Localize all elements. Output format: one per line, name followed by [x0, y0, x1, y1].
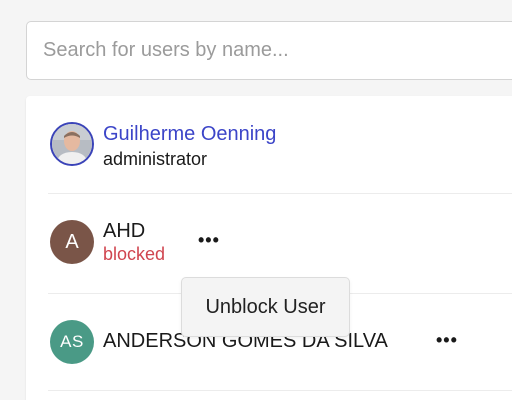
avatar-initials: A [65, 230, 79, 253]
user-row: Guilherme Oenning administrator [26, 96, 512, 193]
user-role: administrator [103, 149, 208, 169]
user-name-link[interactable]: Guilherme Oenning [103, 123, 276, 146]
avatar-initials: AS [60, 332, 84, 351]
user-status-blocked: blocked [103, 244, 166, 264]
avatar-photo-icon [52, 124, 92, 164]
ellipsis-icon: ••• [198, 230, 220, 250]
search-input[interactable] [27, 22, 512, 79]
user-list: Guilherme Oenning administrator A AHD bl… [26, 96, 512, 400]
ellipsis-icon: ••• [436, 330, 458, 350]
user-avatar [50, 122, 94, 166]
divider [48, 390, 512, 391]
users-admin-page: Guilherme Oenning administrator A AHD bl… [0, 0, 512, 400]
context-menu: Unblock User [181, 277, 350, 337]
user-name: AHD [103, 220, 146, 242]
unblock-user-menu-item[interactable]: Unblock User [205, 296, 325, 319]
more-actions-button[interactable]: ••• [198, 231, 220, 249]
more-actions-button[interactable]: ••• [436, 331, 458, 349]
user-avatar: AS [50, 320, 94, 364]
search-box [26, 21, 512, 80]
user-avatar: A [50, 220, 94, 264]
